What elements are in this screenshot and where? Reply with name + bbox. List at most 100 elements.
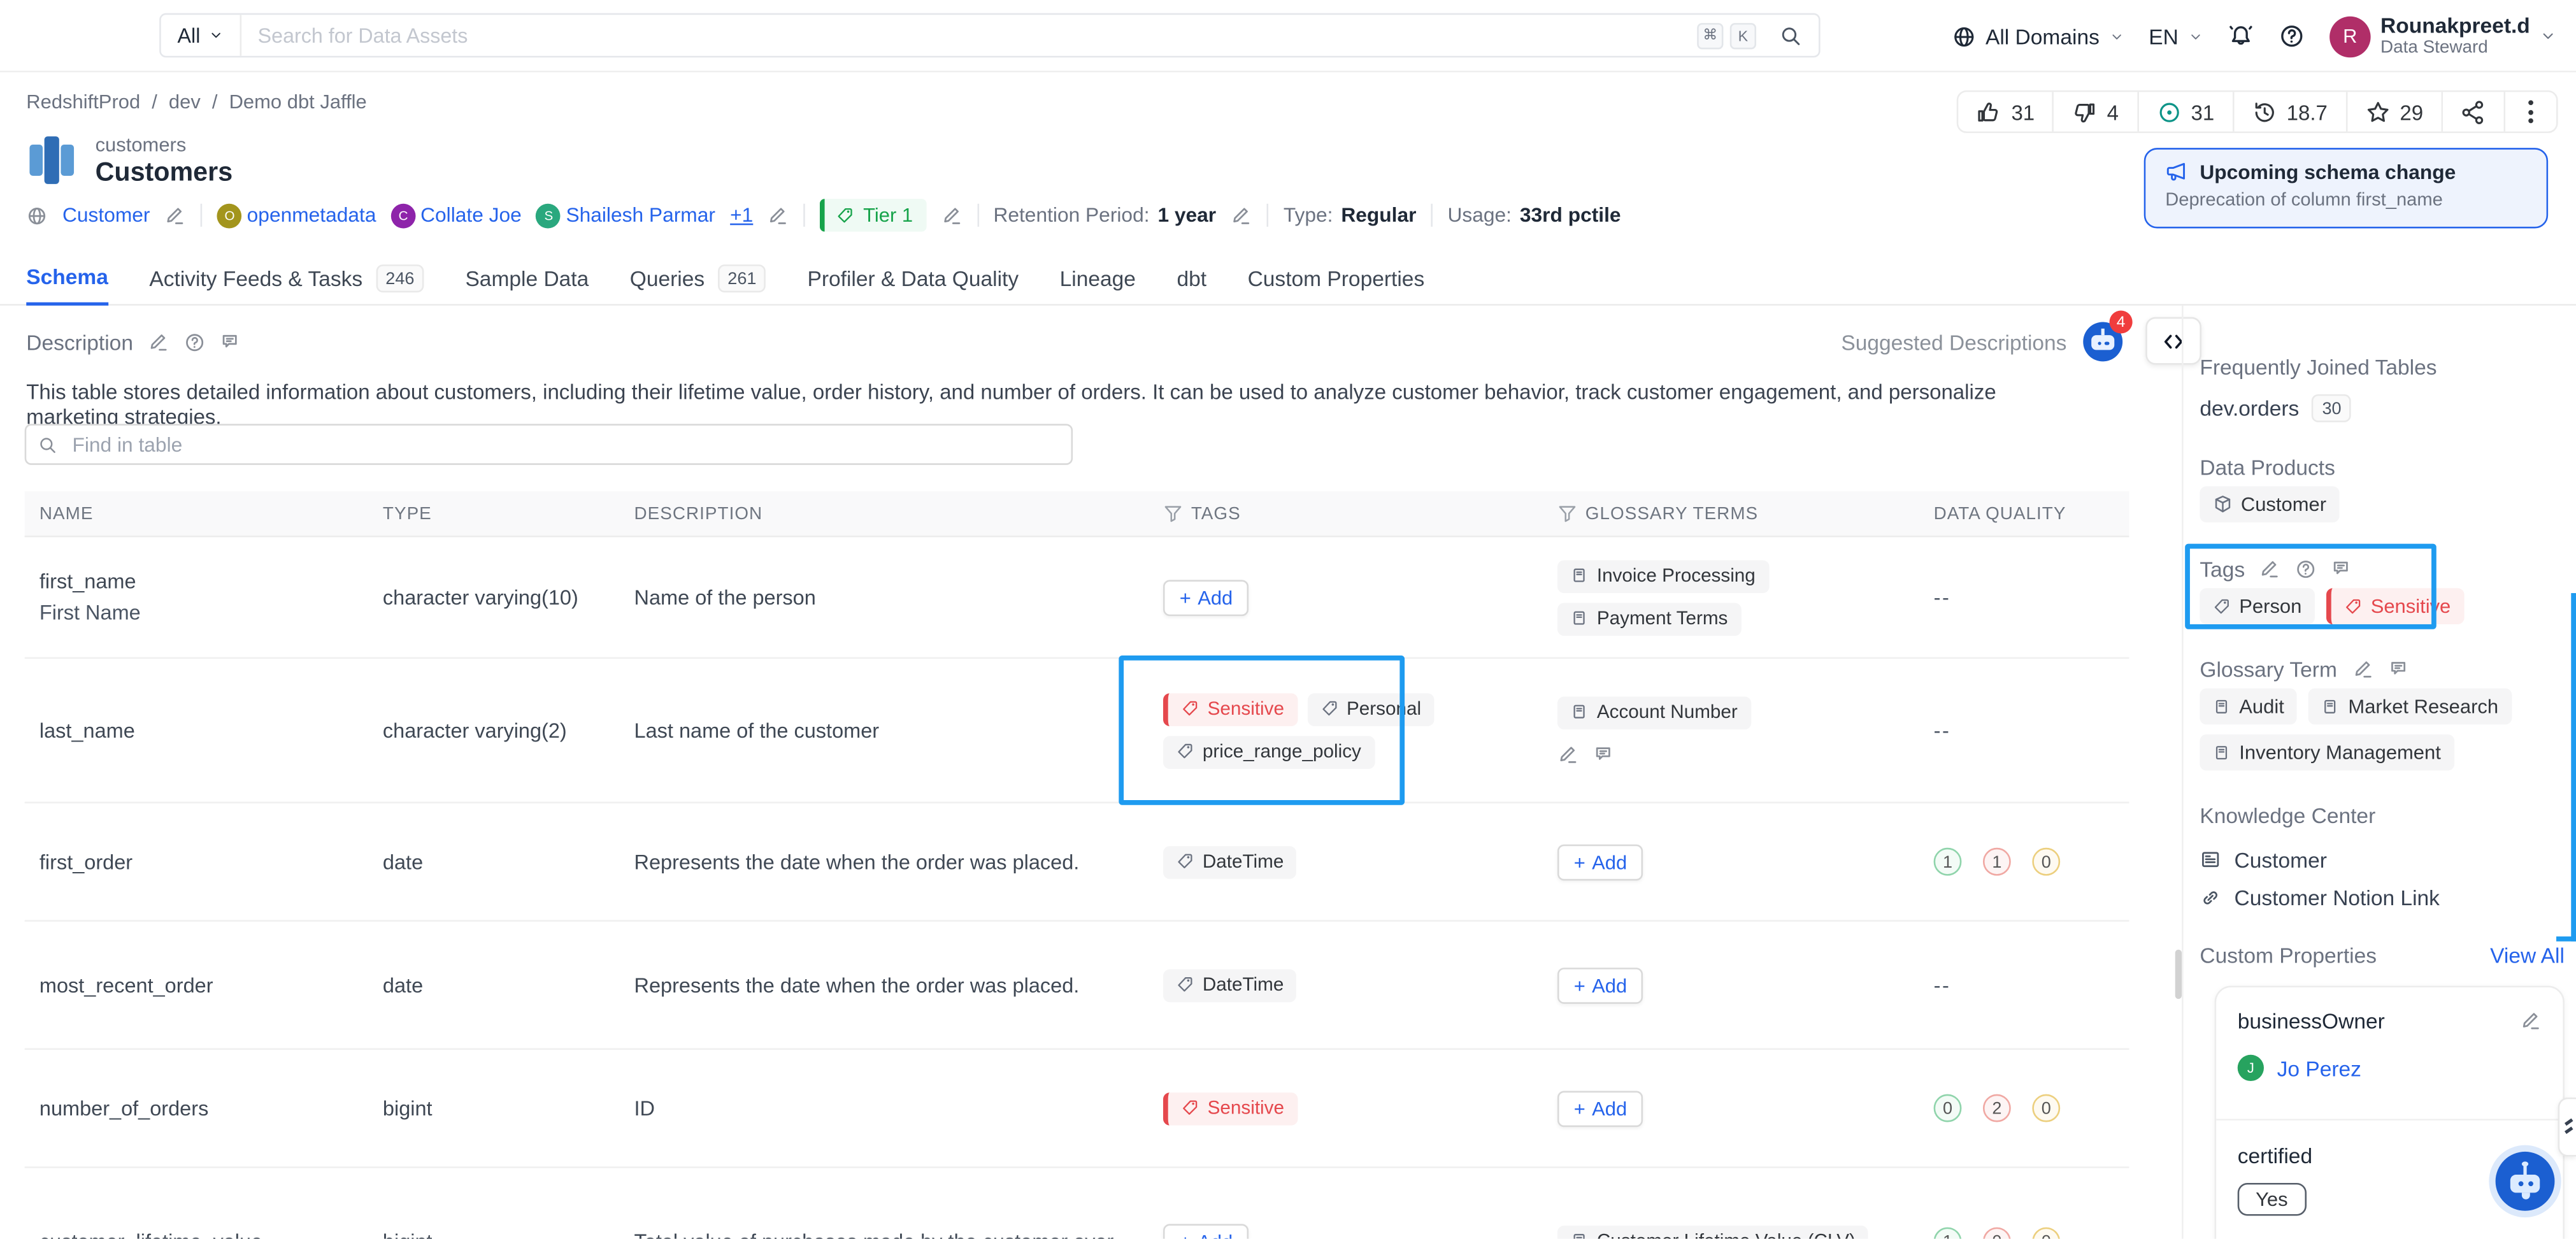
- data-product-chip[interactable]: Customer: [2200, 486, 2339, 522]
- filter-funnel-icon[interactable]: [1163, 503, 1183, 523]
- breadcrumb-schema[interactable]: Demo dbt Jaffle: [229, 90, 367, 113]
- breadcrumb-database[interactable]: dev: [169, 90, 201, 113]
- tab-dbt[interactable]: dbt: [1177, 264, 1206, 305]
- schema-change-banner[interactable]: Upcoming schema change Deprecation of co…: [2144, 148, 2548, 228]
- freshness-button[interactable]: 18.7: [2234, 92, 2347, 131]
- global-search[interactable]: All ⌘ K: [159, 13, 1820, 58]
- column-name[interactable]: customer_lifetime_value: [39, 1229, 383, 1238]
- edit-retention-pencil-icon[interactable]: [1231, 204, 1252, 226]
- dq-failed-badge[interactable]: 0: [1983, 1228, 2011, 1239]
- chat-assistant-button[interactable]: [2496, 1152, 2555, 1211]
- star-button[interactable]: 29: [2347, 92, 2443, 131]
- owner-openmetadata[interactable]: O openmetadata: [217, 203, 376, 228]
- tag-chip[interactable]: DateTime: [1163, 968, 1297, 1001]
- col-header-name[interactable]: NAME: [39, 503, 383, 523]
- view-all-link[interactable]: View All: [2490, 943, 2565, 968]
- column-name[interactable]: number_of_orders: [39, 1097, 383, 1120]
- property-owner-link[interactable]: Jo Perez: [2277, 1056, 2361, 1080]
- more-actions-button[interactable]: [2505, 92, 2556, 131]
- col-header-description[interactable]: DESCRIPTION: [634, 503, 1163, 523]
- dq-failed-badge[interactable]: 2: [1983, 1094, 2011, 1122]
- tag-chip[interactable]: DateTime: [1163, 845, 1297, 878]
- find-in-table-input[interactable]: [69, 431, 1071, 457]
- upvote-button[interactable]: 31: [1959, 92, 2054, 131]
- search-input[interactable]: [241, 24, 1697, 47]
- col-header-data-quality[interactable]: DATA QUALITY: [1934, 503, 2129, 523]
- column-name[interactable]: most_recent_order: [39, 973, 383, 996]
- suggested-descriptions[interactable]: Suggested Descriptions 4: [1643, 322, 2122, 361]
- dq-passed-badge[interactable]: 1: [1934, 848, 1962, 876]
- edit-owners-pencil-icon[interactable]: [768, 204, 790, 226]
- edit-glossary-pencil-icon[interactable]: [2352, 659, 2373, 680]
- add-glossary-term-button[interactable]: +Add: [1557, 1090, 1643, 1126]
- tab-schema[interactable]: Schema: [26, 264, 108, 305]
- user-menu[interactable]: R Rounakpreet.d Data Steward: [2329, 14, 2556, 59]
- tab-profiler[interactable]: Profiler & Data Quality: [807, 264, 1019, 305]
- edit-domain-pencil-icon[interactable]: [165, 204, 187, 226]
- breadcrumb-service[interactable]: RedshiftProd: [26, 90, 140, 113]
- feedback-side-tab[interactable]: [2558, 1098, 2576, 1157]
- more-owners-link[interactable]: +1: [730, 204, 753, 227]
- edit-description-pencil-icon[interactable]: [148, 332, 169, 354]
- column-name[interactable]: last_name: [39, 719, 383, 741]
- add-tag-button[interactable]: +Add: [1163, 579, 1249, 615]
- knowledge-article-item[interactable]: Customer: [2200, 848, 2327, 873]
- joined-table-item[interactable]: dev.orders 30: [2200, 394, 2351, 422]
- search-icon[interactable]: [1779, 24, 1802, 47]
- dq-failed-badge[interactable]: 1: [1983, 848, 2011, 876]
- owner-collate-joe[interactable]: C Collate Joe: [391, 203, 522, 228]
- dq-passed-badge[interactable]: 1: [1934, 1228, 1962, 1239]
- add-glossary-term-button[interactable]: +Add: [1557, 843, 1643, 880]
- dq-aborted-badge[interactable]: 0: [2032, 848, 2060, 876]
- comment-icon[interactable]: [2388, 659, 2410, 680]
- tab-custom-properties[interactable]: Custom Properties: [1248, 264, 1425, 305]
- edit-glossary-pencil-icon[interactable]: [1557, 743, 1579, 765]
- glossary-term-chip[interactable]: Customer Lifetime Value (CLV): [1557, 1225, 1869, 1239]
- tab-queries[interactable]: Queries261: [630, 264, 766, 305]
- column-name[interactable]: first_order: [39, 850, 383, 873]
- edit-property-pencil-icon[interactable]: [2520, 1010, 2542, 1032]
- col-header-glossary[interactable]: GLOSSARY TERMS: [1557, 503, 1934, 523]
- request-description-icon[interactable]: [184, 332, 206, 354]
- glossary-term-chip[interactable]: Inventory Management: [2200, 734, 2454, 771]
- language-dropdown[interactable]: EN: [2149, 24, 2203, 48]
- add-glossary-term-button[interactable]: +Add: [1557, 967, 1643, 1003]
- domains-dropdown[interactable]: All Domains: [1951, 24, 2124, 48]
- col-header-tags[interactable]: TAGS: [1163, 503, 1557, 523]
- ai-robot-icon[interactable]: 4: [2083, 322, 2122, 361]
- glossary-term-chip[interactable]: Payment Terms: [1557, 602, 1741, 635]
- owner-shailesh-parmar[interactable]: S Shailesh Parmar: [536, 203, 715, 228]
- filter-funnel-icon[interactable]: [1557, 503, 1577, 523]
- code-view-toggle[interactable]: [2145, 317, 2201, 365]
- scrollbar-thumb[interactable]: [2175, 950, 2182, 999]
- downvote-button[interactable]: 4: [2054, 92, 2138, 131]
- add-tag-button[interactable]: +Add: [1163, 1223, 1249, 1239]
- comment-icon[interactable]: [220, 332, 242, 354]
- tab-sample-data[interactable]: Sample Data: [465, 264, 589, 305]
- col-header-type[interactable]: TYPE: [383, 503, 634, 523]
- find-in-table[interactable]: [25, 424, 1073, 464]
- glossary-term-chip[interactable]: Market Research: [2309, 689, 2512, 725]
- glossary-term-chip[interactable]: Invoice Processing: [1557, 559, 1768, 592]
- dq-passed-badge[interactable]: 0: [1934, 1094, 1962, 1122]
- joined-table-name[interactable]: dev.orders: [2200, 396, 2299, 421]
- data-product-item[interactable]: Customer: [2200, 486, 2339, 522]
- edit-tier-pencil-icon[interactable]: [941, 204, 962, 226]
- knowledge-link-item[interactable]: Customer Notion Link: [2200, 885, 2440, 910]
- glossary-term-chip[interactable]: Audit: [2200, 689, 2297, 725]
- glossary-term-chip[interactable]: Account Number: [1557, 696, 1750, 729]
- share-button[interactable]: [2443, 92, 2505, 131]
- watch-button[interactable]: 31: [2138, 92, 2234, 131]
- tier-badge[interactable]: Tier 1: [820, 199, 926, 232]
- search-scope-dropdown[interactable]: All: [161, 15, 241, 55]
- tab-activity-feeds[interactable]: Activity Feeds & Tasks246: [149, 264, 424, 305]
- notifications-bell-icon[interactable]: [2228, 23, 2254, 49]
- column-name[interactable]: first_name: [39, 570, 363, 593]
- help-icon[interactable]: [2279, 23, 2305, 49]
- dq-aborted-badge[interactable]: 0: [2032, 1228, 2060, 1239]
- dq-aborted-badge[interactable]: 0: [2032, 1094, 2060, 1122]
- domain-link[interactable]: Customer: [62, 204, 150, 227]
- comment-icon[interactable]: [1594, 743, 1615, 765]
- tab-lineage[interactable]: Lineage: [1060, 264, 1136, 305]
- tag-chip-sensitive[interactable]: Sensitive: [1163, 1092, 1298, 1125]
